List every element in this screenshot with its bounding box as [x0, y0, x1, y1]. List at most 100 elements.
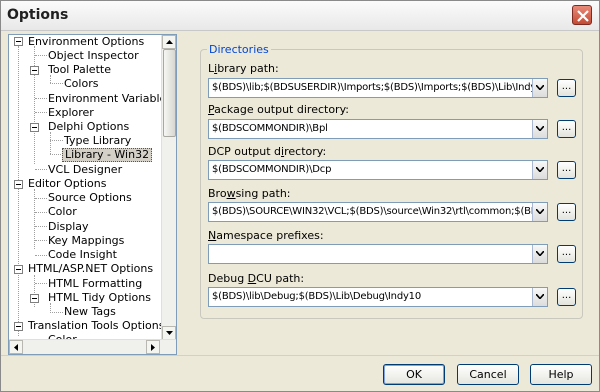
chevron-down-icon: [536, 167, 544, 172]
collapse-tree-icon[interactable]: [14, 180, 23, 189]
label-text: Bro: [208, 187, 227, 200]
tree-item-code-insight[interactable]: Code Insight: [46, 248, 119, 262]
tree-item-label: Environment Options: [28, 35, 145, 48]
tree-item-delphi-options[interactable]: Delphi Options: [46, 120, 131, 134]
arrow-up-icon: [166, 40, 173, 44]
package-output-combo[interactable]: $(BDSCOMMONDIR)\Bpl: [208, 119, 548, 139]
library-path-label: Library path:: [208, 62, 279, 75]
debug-dcu-path-label: Debug DCU path:: [208, 272, 304, 285]
library-path-browse-button[interactable]: ...: [557, 79, 576, 97]
tree-item-object-inspector[interactable]: Object Inspector: [46, 49, 141, 63]
tree-item-type-library[interactable]: Type Library: [62, 134, 133, 148]
tree-item-label: HTML/ASP.NET Options: [28, 262, 154, 275]
tree-item-vcl-designer[interactable]: VCL Designer: [46, 163, 124, 177]
tree-item-tool-palette[interactable]: Tool Palette: [46, 63, 113, 77]
label-text: brary path:: [217, 62, 279, 75]
library-path-value: $(BDS)\lib;$(BDSUSERDIR)\Imports;$(BDS)\…: [212, 82, 547, 93]
tree-item-new-tags[interactable]: New Tags: [62, 305, 118, 319]
tree-item-display[interactable]: Display: [46, 220, 91, 234]
tree-item-label: Type Library: [64, 134, 132, 147]
debug-dcu-path-dropdown-button[interactable]: [532, 288, 547, 306]
window-title: Options: [7, 7, 69, 23]
tree-line: [18, 46, 19, 336]
collapse-tree-icon[interactable]: [14, 322, 23, 331]
namespace-prefixes-dropdown-button[interactable]: [532, 245, 547, 263]
library-path-combo[interactable]: $(BDS)\lib;$(BDSUSERDIR)\Imports;$(BDS)\…: [208, 78, 548, 98]
tree-line: [50, 132, 51, 154]
tree-item-translation-tools-options[interactable]: Translation Tools Options: [26, 319, 166, 333]
label-text: DCP output d: [208, 145, 282, 158]
browsing-path-combo[interactable]: $(BDS)\SOURCE\WIN32\VCL;$(BDS)\source\Wi…: [208, 202, 548, 222]
package-output-value: $(BDSCOMMONDIR)\Bpl: [212, 123, 328, 134]
package-output-browse-button[interactable]: ...: [557, 120, 576, 138]
title-bar: Options: [1, 1, 599, 31]
namespace-prefixes-browse-button[interactable]: ...: [557, 245, 576, 263]
scroll-up-button[interactable]: [162, 35, 176, 49]
tree-item-label: Code Insight: [48, 248, 117, 261]
tree-item-label: Colors: [64, 77, 99, 90]
label-text: ackage output directory:: [214, 103, 349, 116]
tree-item-source-options[interactable]: Source Options: [46, 191, 134, 205]
namespace-prefixes-combo[interactable]: [208, 244, 548, 264]
tree-item-html-aspnet-options[interactable]: HTML/ASP.NET Options: [26, 262, 155, 276]
chevron-down-icon: [536, 85, 544, 90]
help-button[interactable]: Help: [530, 364, 592, 385]
dcp-output-browse-button[interactable]: ...: [557, 161, 576, 179]
package-output-dropdown-button[interactable]: [532, 120, 547, 138]
collapse-tree-icon[interactable]: [14, 265, 23, 274]
vertical-scroll-thumb[interactable]: [163, 49, 176, 137]
tree-item-color[interactable]: Color: [46, 205, 79, 219]
scroll-right-button[interactable]: [146, 340, 160, 354]
arrow-down-icon: [166, 331, 173, 335]
tree-horizontal-scrollbar[interactable]: [9, 339, 176, 354]
tree-item-environment-options[interactable]: Environment Options: [26, 35, 146, 49]
tree-item-label: Object Inspector: [48, 49, 139, 62]
tree-item-label: Display: [48, 220, 89, 233]
tree-item-library-win32[interactable]: Library - Win32: [62, 148, 153, 162]
arrow-left-icon: [14, 344, 18, 351]
tree-vertical-scrollbar[interactable]: [161, 35, 176, 340]
collapse-tree-icon[interactable]: [14, 37, 23, 46]
tree-item-explorer[interactable]: Explorer: [46, 106, 96, 120]
label-accelerator: w: [226, 187, 236, 200]
label-text: sing path:: [235, 187, 291, 200]
tree-item-label: Library - Win32: [62, 148, 153, 162]
close-icon: [577, 10, 589, 22]
options-dialog: Options Environment Options Object Inspe…: [0, 0, 600, 392]
tree-item-html-tidy-options[interactable]: HTML Tidy Options: [46, 291, 153, 305]
tree-item-colors[interactable]: Colors: [62, 77, 100, 91]
options-tree[interactable]: Environment Options Object Inspector Too…: [8, 34, 177, 355]
footer-divider: [1, 355, 599, 356]
collapse-tree-icon[interactable]: [30, 66, 39, 75]
label-text: rectory:: [284, 145, 327, 158]
browsing-path-value: $(BDS)\SOURCE\WIN32\VCL;$(BDS)\source\Wi…: [212, 206, 547, 217]
directories-legend: Directories: [207, 43, 271, 56]
tree-item-environment-variables[interactable]: Environment Variables: [46, 92, 174, 106]
debug-dcu-path-combo[interactable]: $(BDS)\lib\Debug;$(BDS)\Lib\Debug\Indy10: [208, 287, 548, 307]
browsing-path-browse-button[interactable]: ...: [557, 203, 576, 221]
browsing-path-label: Browsing path:: [208, 187, 291, 200]
debug-dcu-path-browse-button[interactable]: ...: [557, 288, 576, 306]
dcp-output-combo[interactable]: $(BDSCOMMONDIR)\Dcp: [208, 160, 548, 180]
library-path-dropdown-button[interactable]: [532, 79, 547, 97]
cancel-button[interactable]: Cancel: [457, 364, 519, 385]
close-button[interactable]: [572, 5, 592, 25]
chevron-down-icon: [536, 251, 544, 256]
label-accelerator: D: [247, 272, 257, 285]
tree-item-html-formatting[interactable]: HTML Formatting: [46, 277, 144, 291]
tree-item-label: Translation Tools Options: [28, 319, 165, 332]
tree-item-label: Source Options: [48, 191, 132, 204]
tree-item-label: New Tags: [64, 305, 116, 318]
dcp-output-value: $(BDSCOMMONDIR)\Dcp: [212, 164, 332, 175]
scroll-left-button[interactable]: [9, 340, 23, 354]
browsing-path-dropdown-button[interactable]: [532, 203, 547, 221]
tree-item-label: Key Mappings: [48, 234, 125, 247]
scroll-down-button[interactable]: [162, 326, 176, 340]
tree-item-key-mappings[interactable]: Key Mappings: [46, 234, 126, 248]
dcp-output-dropdown-button[interactable]: [532, 161, 547, 179]
collapse-tree-icon[interactable]: [30, 123, 39, 132]
collapse-tree-icon[interactable]: [30, 294, 39, 303]
label-text: Debug: [208, 272, 248, 285]
ok-button[interactable]: OK: [383, 364, 445, 385]
tree-item-editor-options[interactable]: Editor Options: [26, 177, 109, 191]
